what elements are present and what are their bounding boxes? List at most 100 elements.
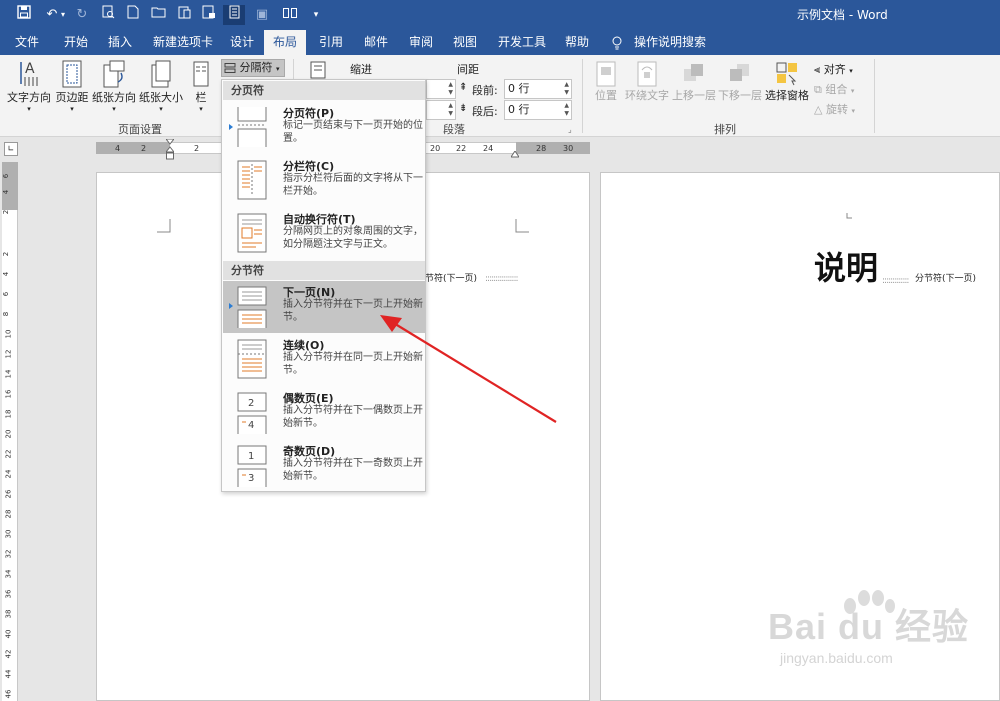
vertical-ruler-tick: 36: [4, 589, 13, 599]
tell-me-search[interactable]: 操作说明搜索: [632, 30, 708, 55]
layout-icon[interactable]: [280, 5, 300, 25]
line-numbers-button[interactable]: [306, 61, 328, 79]
ruler-tick: 20: [430, 144, 441, 153]
selection-pane-button[interactable]: 选择窗格: [764, 61, 810, 103]
arrange-group-label: 排列: [714, 123, 736, 136]
vertical-ruler-tick: 22: [4, 449, 13, 459]
group-button[interactable]: ⧉ 组合 ▾: [814, 81, 854, 97]
menu-item-odd-page[interactable]: 13 奇数页(D) 插入分节符并在下一奇数页上开始新节。: [223, 440, 425, 492]
position-icon: [596, 61, 616, 87]
paste-icon[interactable]: [174, 5, 194, 25]
picture-icon[interactable]: ▣: [252, 5, 272, 25]
vertical-ruler-tick: 32: [4, 549, 13, 559]
odd-page-break-icon: 13: [237, 445, 267, 487]
read-mode-icon[interactable]: [223, 5, 245, 25]
text-wrapping-break-icon: [237, 213, 267, 253]
dotted-leader: :::::::::::::: [882, 276, 909, 286]
chevron-down-icon: ▾: [27, 105, 31, 113]
redo-icon[interactable]: ↻: [72, 5, 92, 25]
pointer-marker-icon: [229, 124, 233, 130]
columns-button[interactable]: 栏 ▾: [190, 59, 212, 113]
tab-home[interactable]: 开始: [62, 30, 90, 55]
text-direction-button[interactable]: A 文字方向 ▾: [6, 59, 52, 113]
new-document-icon[interactable]: [123, 5, 143, 25]
position-button[interactable]: 位置: [591, 61, 621, 103]
ribbon-tab-row: 文件 开始 插入 新建选项卡 设计 布局 引用 邮件 审阅 视图 开发工具 帮助…: [0, 30, 1000, 55]
margin-corner-mark: [157, 219, 171, 233]
tab-view[interactable]: 视图: [451, 30, 479, 55]
margins-button[interactable]: 页边距 ▾: [54, 59, 90, 113]
text-direction-icon: A: [20, 61, 38, 86]
spinner-arrows-icon: ▲ ▼: [564, 102, 569, 117]
tab-references[interactable]: 引用: [317, 30, 345, 55]
indent-right-spinner[interactable]: ▲ ▼: [426, 100, 456, 120]
tab-insert[interactable]: 插入: [106, 30, 134, 55]
document-heading: 说明: [814, 249, 879, 287]
ruler-tick: 4: [115, 144, 121, 153]
even-page-break-icon: 24: [237, 392, 267, 434]
lightbulb-icon: [610, 30, 624, 55]
watermark-url: jingyan.baidu.com: [780, 650, 893, 666]
chevron-down-icon: ▾: [159, 105, 163, 113]
page-breaks-header: 分页符: [223, 81, 425, 100]
tab-design[interactable]: 设计: [228, 30, 256, 55]
spacing-label: 间距: [457, 63, 479, 76]
svg-text:1: 1: [248, 451, 254, 462]
print-preview-icon[interactable]: [98, 5, 118, 25]
right-indent-marker[interactable]: [510, 149, 520, 158]
watermark-logo-text: Bai du 经验: [768, 606, 970, 647]
chevron-down-icon: ▾: [849, 67, 853, 75]
tab-help[interactable]: 帮助: [563, 30, 591, 55]
dialog-launcher-icon[interactable]: ⌟: [568, 125, 572, 134]
chevron-down-icon: ▾: [850, 87, 855, 95]
vertical-ruler-tick: 24: [4, 469, 13, 479]
format-painter-icon[interactable]: [199, 5, 219, 25]
menu-item-column-break[interactable]: 分栏符(C) 指示分栏符后面的文字将从下一栏开始。: [223, 155, 425, 207]
tab-layout[interactable]: 布局: [264, 30, 307, 55]
margin-corner-mark: [846, 213, 852, 219]
menu-item-page-break[interactable]: 分页符(P) 标记一页结束与下一页开始的位置。: [223, 102, 425, 154]
dotted-leader: ::::::::::::::::: [485, 274, 519, 284]
bring-forward-button[interactable]: 上移一层: [672, 61, 716, 103]
indent-left-spinner[interactable]: ▲ ▼: [426, 79, 456, 99]
size-button[interactable]: 纸张大小 ▾: [138, 59, 184, 113]
send-backward-button[interactable]: 下移一层: [718, 61, 762, 103]
vertical-ruler-tick: 18: [4, 409, 13, 419]
next-page-break-icon: [237, 286, 267, 328]
send-backward-icon: [730, 64, 749, 81]
page-setup-group-label: 页面设置: [118, 123, 162, 136]
selection-pane-icon: [776, 62, 797, 86]
open-folder-icon[interactable]: [148, 5, 168, 25]
orientation-button[interactable]: 纸张方向 ▾: [91, 59, 137, 113]
tab-developer[interactable]: 开发工具: [496, 30, 548, 55]
breaks-button[interactable]: 分隔符 ▾: [221, 59, 285, 77]
align-button[interactable]: ⫷ 对齐 ▾: [814, 61, 853, 77]
svg-text:2: 2: [248, 398, 254, 409]
space-before-input[interactable]: 0 行 ▲ ▼: [504, 79, 572, 99]
chevron-down-icon: ▾: [70, 105, 74, 113]
vertical-ruler-tick: 4: [2, 271, 11, 277]
rotate-button[interactable]: △ 旋转 ▾: [814, 101, 855, 117]
vertical-ruler-tick: 16: [4, 389, 13, 399]
tab-mailings[interactable]: 邮件: [362, 30, 390, 55]
column-break-icon: [237, 160, 267, 200]
wrap-text-button[interactable]: 环绕文字: [624, 61, 670, 103]
chevron-down-icon: ▾: [851, 107, 855, 115]
paper-size-icon: [151, 60, 171, 88]
menu-item-text-wrapping-break[interactable]: 自动换行符(T) 分隔网页上的对象周围的文字，如分隔题注文字与正文。: [223, 208, 425, 260]
vertical-ruler-tick: 44: [4, 669, 13, 679]
customize-toolbar-icon[interactable]: ▾: [306, 5, 326, 25]
tab-selector-icon[interactable]: ∟: [4, 142, 18, 156]
vertical-ruler-margin: [2, 162, 18, 210]
save-icon[interactable]: [14, 5, 34, 25]
chevron-down-icon: ▾: [112, 105, 116, 113]
vertical-ruler-tick: 6: [2, 291, 11, 297]
tab-file[interactable]: 文件: [13, 30, 41, 55]
group-separator: [582, 59, 583, 133]
tab-new-tab[interactable]: 新建选项卡: [151, 30, 215, 55]
tab-review[interactable]: 审阅: [407, 30, 435, 55]
bring-forward-icon: [684, 64, 703, 81]
indent-marker[interactable]: [164, 138, 176, 161]
undo-dropdown-icon[interactable]: ▾: [58, 5, 68, 25]
space-after-input[interactable]: 0 行 ▲ ▼: [504, 100, 572, 120]
